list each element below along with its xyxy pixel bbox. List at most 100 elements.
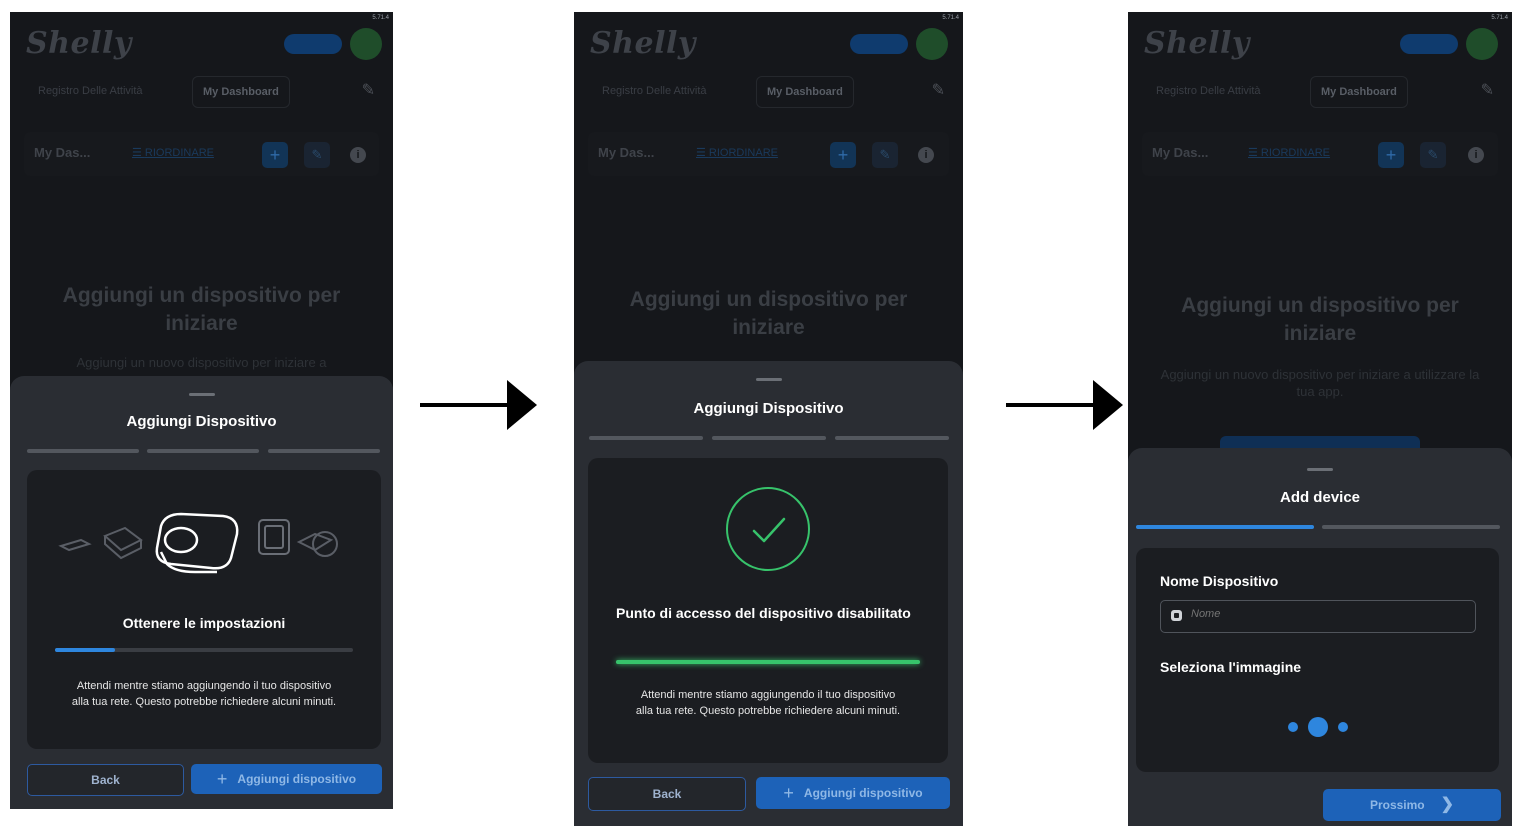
screen-access-point-disabled: 5.71.4 Shelly Registro Delle Attività My… (574, 12, 963, 826)
sheet-drag-handle[interactable] (1307, 468, 1333, 471)
device-name-input[interactable] (1191, 608, 1391, 620)
info-icon[interactable]: i (1468, 147, 1484, 163)
sheet-title: Aggiungi Dispositivo (693, 400, 844, 417)
wait-message: Attendi mentre stiamo aggiungendo il tuo… (71, 680, 337, 708)
tab-my-dashboard[interactable]: My Dashboard (192, 76, 290, 108)
device-name-label: Nome Dispositivo (1160, 573, 1279, 589)
step-indicator-1 (589, 436, 703, 440)
info-icon[interactable]: i (918, 147, 934, 163)
info-icon[interactable]: i (350, 147, 366, 163)
step-indicator-1 (27, 449, 139, 453)
tab-my-dashboard[interactable]: My Dashboard (1310, 76, 1408, 108)
edit-pencil-icon[interactable]: ✎ (932, 80, 945, 100)
app-header: Shelly (574, 12, 963, 82)
empty-state-subtitle: Aggiungi un nuovo dispositivo per inizia… (1160, 367, 1480, 399)
reorder-label: RIORDINARE (708, 147, 778, 159)
empty-state-title: Aggiungi un dispositivo per iniziare (62, 284, 341, 335)
empty-state-add-button[interactable] (1220, 436, 1420, 448)
shelly-logo: Shelly (590, 26, 696, 61)
tab-activity-log[interactable]: Registro Delle Attività (592, 76, 717, 106)
device-name-field[interactable] (1160, 600, 1476, 633)
back-button[interactable]: Back (27, 764, 184, 796)
edit-pencil-icon[interactable]: ✎ (1481, 80, 1494, 100)
flow-arrow-2-head (1093, 380, 1123, 430)
step-indicator-3 (268, 449, 380, 453)
app-header: Shelly (1128, 12, 1512, 82)
shelly-logo: Shelly (26, 26, 132, 61)
loading-dot-2 (1308, 717, 1328, 737)
cloud-status-pill[interactable] (850, 34, 908, 54)
select-image-label: Seleziona l'immagine (1160, 659, 1302, 675)
plus-icon: + (216, 769, 228, 789)
tab-activity-log[interactable]: Registro Delle Attività (28, 76, 153, 106)
progress-bar (55, 648, 353, 652)
progress-card: Punto di accesso del dispositivo disabil… (588, 458, 948, 763)
app-header: Shelly (10, 12, 393, 82)
add-device-sheet: Aggiungi Dispositivo Ottenere le imposta… (10, 376, 393, 809)
tab-my-dashboard[interactable]: My Dashboard (756, 76, 854, 108)
dashboard-title: My Das... (598, 145, 655, 160)
plus-icon: + (783, 783, 794, 803)
device-form-card: Nome Dispositivo Seleziona l'immagine (1136, 548, 1499, 772)
reorder-label: RIORDINARE (1260, 147, 1330, 159)
cloud-status-pill[interactable] (1400, 34, 1458, 54)
dashboard-toolbar: My Das... ☰ RIORDINARE + ✎ i (588, 132, 949, 176)
step-indicator-2 (147, 449, 259, 453)
flow-arrow-1-line (420, 403, 512, 407)
sheet-title: Add device (1279, 489, 1361, 506)
dashboard-title: My Das... (1152, 145, 1209, 160)
add-device-sheet: Add device Nome Dispositivo Seleziona l'… (1128, 448, 1512, 826)
success-check-icon (726, 487, 810, 571)
device-icon (1171, 610, 1182, 621)
step-indicator-2 (712, 436, 826, 440)
reorder-button[interactable]: ☰ RIORDINARE (1248, 146, 1330, 159)
progress-card: Ottenere le impostazioni Attendi mentre … (27, 470, 381, 749)
cloud-status-pill[interactable] (284, 34, 342, 54)
add-device-button[interactable]: + Aggiungi dispositivo (756, 777, 950, 809)
add-plus-icon[interactable]: + (830, 142, 856, 168)
reorder-label: RIORDINARE (144, 147, 214, 159)
shelly-devices-illustration (58, 512, 338, 574)
screen-getting-settings: 5.71.4 Shelly Registro Delle Attività My… (10, 12, 393, 809)
sheet-drag-handle[interactable] (188, 393, 215, 396)
edit-icon[interactable]: ✎ (1420, 142, 1446, 168)
next-button[interactable]: Prossimo ❯ (1323, 789, 1501, 821)
flow-arrow-2-line (1006, 403, 1098, 407)
dashboard-tabs: Registro Delle Attività My Dashboard ✎ (592, 76, 945, 108)
dashboard-toolbar: My Das... ☰ RIORDINARE + ✎ i (24, 132, 379, 176)
dashboard-tabs: Registro Delle Attività My Dashboard ✎ (1146, 76, 1494, 108)
add-plus-icon[interactable]: + (262, 142, 288, 168)
avatar[interactable] (916, 28, 948, 60)
edit-pencil-icon[interactable]: ✎ (362, 80, 375, 100)
add-device-button[interactable]: + Aggiungi dispositivo (191, 764, 382, 794)
add-device-label: Aggiungi dispositivo (803, 786, 923, 800)
empty-state-title: Aggiungi un dispositivo per iniziare (629, 288, 908, 339)
dashboard-tabs: Registro Delle Attività My Dashboard ✎ (28, 76, 375, 108)
avatar[interactable] (1466, 28, 1498, 60)
progress-bar (616, 660, 920, 664)
reorder-button[interactable]: ☰ RIORDINARE (132, 146, 214, 159)
step-indicator-3 (835, 436, 949, 440)
progress-fill (55, 648, 115, 652)
tab-activity-log[interactable]: Registro Delle Attività (1146, 76, 1271, 106)
avatar[interactable] (350, 28, 382, 60)
shelly-logo: Shelly (1144, 26, 1250, 61)
edit-icon[interactable]: ✎ (304, 142, 330, 168)
sheet-drag-handle[interactable] (755, 378, 782, 381)
add-plus-icon[interactable]: + (1378, 142, 1404, 168)
chevron-right-icon: ❯ (1440, 796, 1455, 813)
back-button[interactable]: Back (588, 777, 746, 811)
add-device-sheet: Aggiungi Dispositivo Punto di accesso de… (574, 361, 963, 826)
status-title: Punto di accesso del dispositivo disabil… (616, 605, 911, 621)
loading-dot-3 (1338, 722, 1348, 732)
add-device-label: Aggiungi dispositivo (237, 772, 357, 786)
sheet-title: Aggiungi Dispositivo (126, 413, 277, 430)
edit-icon[interactable]: ✎ (872, 142, 898, 168)
reorder-button[interactable]: ☰ RIORDINARE (696, 146, 778, 159)
step-indicator-1 (1136, 525, 1314, 529)
empty-state-subtitle: Aggiungi un nuovo dispositivo per inizia… (76, 355, 327, 370)
wait-message: Attendi mentre stiamo aggiungendo il tuo… (635, 689, 901, 717)
empty-state-title: Aggiungi un dispositivo per iniziare (1181, 294, 1459, 345)
dashboard-title: My Das... (34, 145, 91, 160)
loading-dot-1 (1288, 722, 1298, 732)
